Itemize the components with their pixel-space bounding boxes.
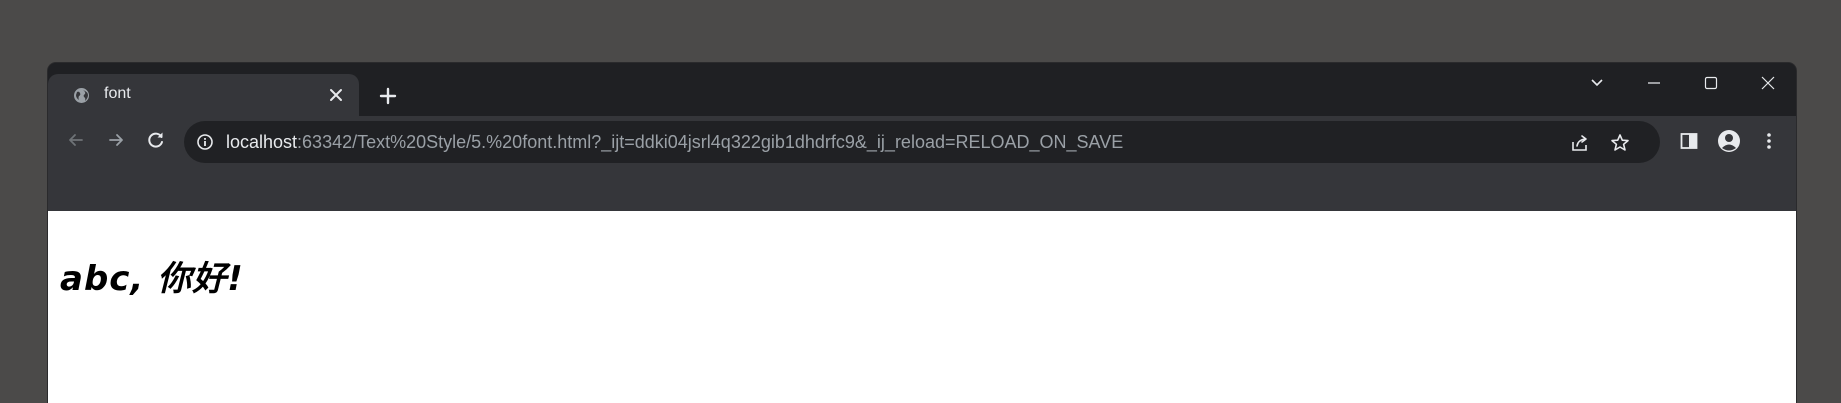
close-window-button[interactable] <box>1739 63 1796 103</box>
menu-button[interactable] <box>1756 128 1782 154</box>
arrow-right-icon <box>109 134 123 146</box>
url-text: localhost:63342/Text%20Style/5.%20font.h… <box>226 132 1123 153</box>
chevron-down-icon <box>1590 79 1603 87</box>
share-button[interactable] <box>1568 131 1592 155</box>
page-text: abc, 你好! <box>60 259 244 299</box>
maximize-icon <box>1704 76 1717 90</box>
maximize-button[interactable] <box>1682 63 1739 103</box>
url-path: :63342/Text%20Style/5.%20font.html?_ijt=… <box>297 132 1124 152</box>
kebab-menu-icon <box>1767 133 1771 149</box>
minimize-button[interactable] <box>1625 63 1682 103</box>
forward-button[interactable] <box>101 125 131 155</box>
profile-icon <box>1718 130 1740 152</box>
side-panel-icon <box>1680 133 1698 149</box>
tab-font[interactable]: font <box>48 74 359 116</box>
desktop-background: font localhost:63342/Text%20Style/5.%20f… <box>0 0 1841 403</box>
close-icon <box>330 89 342 101</box>
info-icon[interactable] <box>196 133 214 151</box>
close-icon <box>1761 76 1774 90</box>
url-host: localhost <box>226 132 298 152</box>
globe-icon <box>73 87 90 104</box>
tab-search-button[interactable] <box>1568 63 1625 103</box>
new-tab-button[interactable] <box>374 82 402 110</box>
share-icon <box>1572 135 1587 151</box>
browser-toolbar: localhost:63342/Text%20Style/5.%20font.h… <box>48 116 1796 165</box>
browser-window: font localhost:63342/Text%20Style/5.%20f… <box>48 63 1796 403</box>
address-bar[interactable]: localhost:63342/Text%20Style/5.%20font.h… <box>184 121 1660 163</box>
toolbar-extension-area <box>48 165 1796 212</box>
star-icon <box>1611 134 1629 151</box>
close-tab-button[interactable] <box>325 84 347 106</box>
window-controls <box>1568 63 1796 103</box>
profile-button[interactable] <box>1716 128 1742 154</box>
tab-strip: font <box>48 63 1796 116</box>
page-content: abc, 你好! <box>48 211 1796 403</box>
bookmark-button[interactable] <box>1608 131 1632 155</box>
side-panel-button[interactable] <box>1676 128 1702 154</box>
tab-title: font <box>104 85 131 102</box>
reload-icon <box>148 132 163 148</box>
minimize-icon <box>1647 82 1660 84</box>
reload-button[interactable] <box>141 125 171 155</box>
back-button[interactable] <box>61 125 91 155</box>
arrow-left-icon <box>69 134 83 146</box>
plus-icon <box>379 87 397 105</box>
